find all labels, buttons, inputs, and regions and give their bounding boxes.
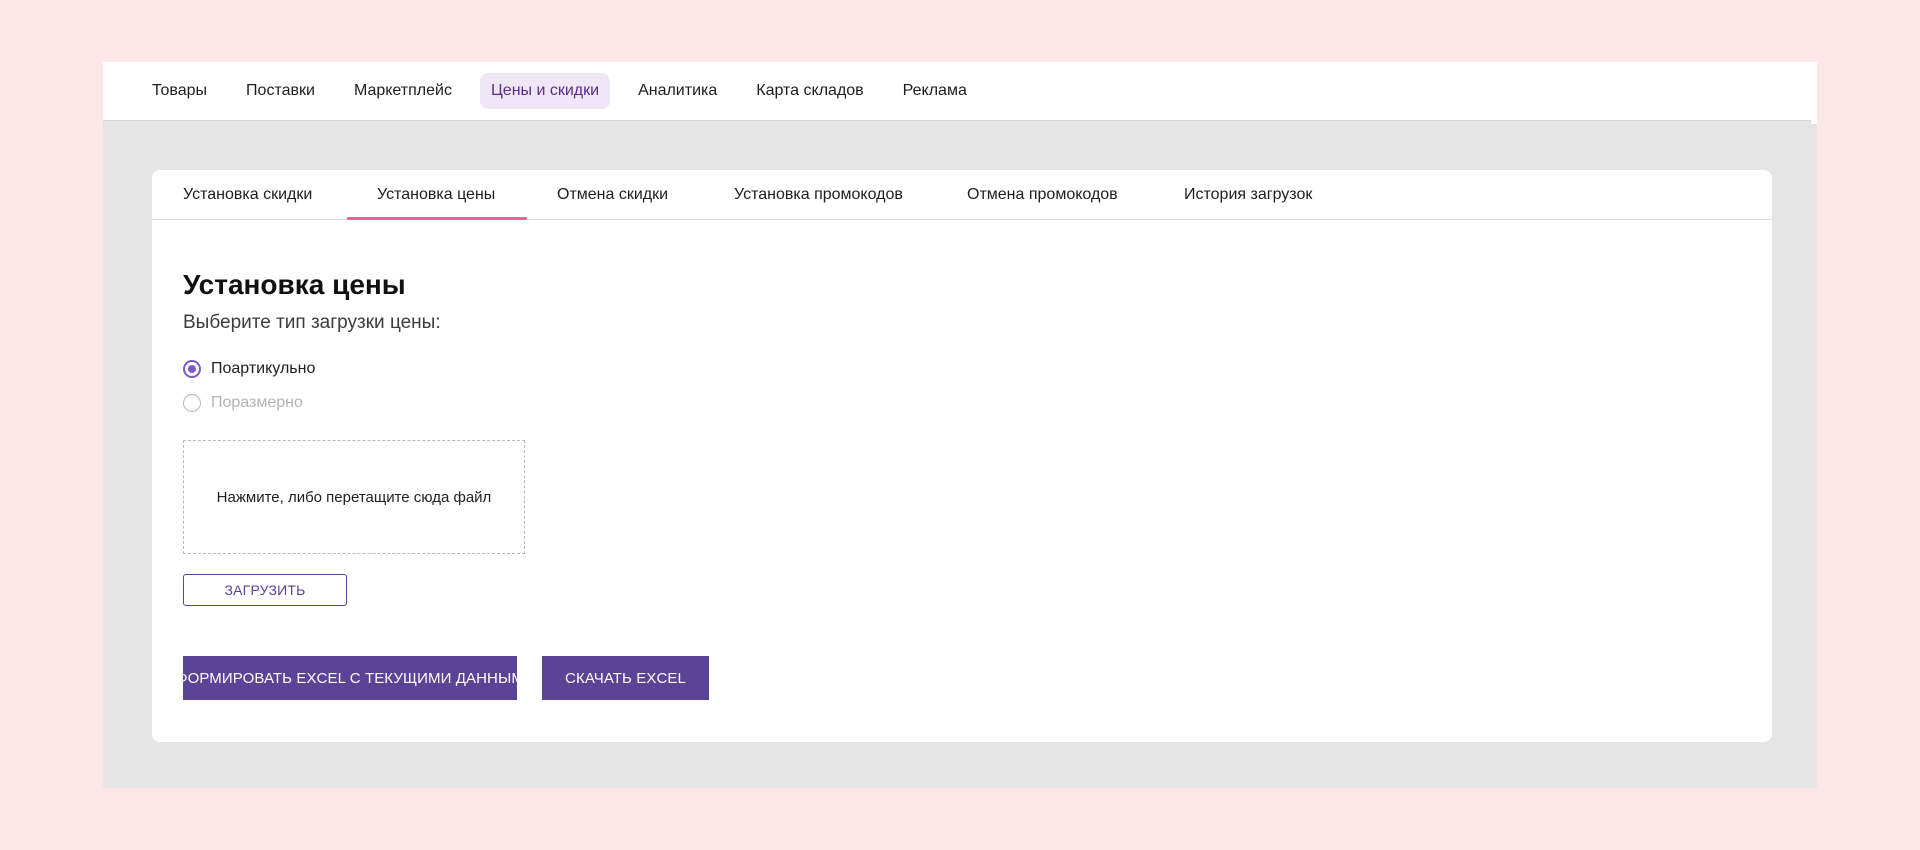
radio-label: Поразмерно: [211, 394, 303, 411]
tab-bar: Установка скидки Установка цены Отмена с…: [152, 170, 1772, 220]
topnav-edge: [1811, 62, 1817, 124]
nav-item-marketplace[interactable]: Маркетплейс: [343, 73, 463, 109]
file-dropzone[interactable]: Нажмите, либо перетащите сюда файл: [183, 440, 525, 554]
tab-cancel-discount[interactable]: Отмена скидки: [557, 170, 668, 220]
app-window: Товары Поставки Маркетплейс Цены и скидк…: [103, 62, 1817, 788]
nav-item-prices-discounts[interactable]: Цены и скидки: [479, 73, 611, 109]
radio-checked-icon[interactable]: [183, 360, 201, 378]
nav-item-supplies[interactable]: Поставки: [235, 73, 326, 109]
tab-set-discount[interactable]: Установка скидки: [183, 170, 312, 220]
nav-item-advertising[interactable]: Реклама: [892, 73, 978, 109]
tab-set-promocodes[interactable]: Установка промокодов: [734, 170, 903, 220]
content-card: Установка скидки Установка цены Отмена с…: [152, 170, 1772, 742]
tab-cancel-promocodes[interactable]: Отмена промокодов: [967, 170, 1118, 220]
active-tab-indicator: [347, 217, 527, 220]
page-title: Установка цены: [183, 269, 406, 300]
tab-upload-history[interactable]: История загрузок: [1184, 170, 1312, 220]
dropzone-text: Нажмите, либо перетащите сюда файл: [216, 488, 492, 506]
radio-option-by-size[interactable]: Поразмерно: [183, 392, 303, 414]
radio-unchecked-icon[interactable]: [183, 394, 201, 412]
top-navigation: Товары Поставки Маркетплейс Цены и скидк…: [103, 62, 1811, 121]
nav-item-warehouse-map[interactable]: Карта складов: [745, 73, 874, 109]
radio-label: Поартикульно: [211, 360, 316, 377]
tab-set-price[interactable]: Установка цены: [377, 170, 495, 220]
nav-item-analytics[interactable]: Аналитика: [627, 73, 728, 109]
download-excel-button[interactable]: СКАЧАТЬ EXCEL: [542, 656, 709, 700]
page-subtitle: Выберите тип загрузки цены:: [183, 312, 441, 333]
nav-item-products[interactable]: Товары: [141, 73, 218, 109]
generate-excel-button[interactable]: СФОРМИРОВАТЬ EXCEL С ТЕКУЩИМИ ДАННЫМИ: [165, 656, 535, 700]
radio-option-by-article[interactable]: Поартикульно: [183, 358, 315, 380]
upload-button[interactable]: ЗАГРУЗИТЬ: [183, 574, 347, 606]
